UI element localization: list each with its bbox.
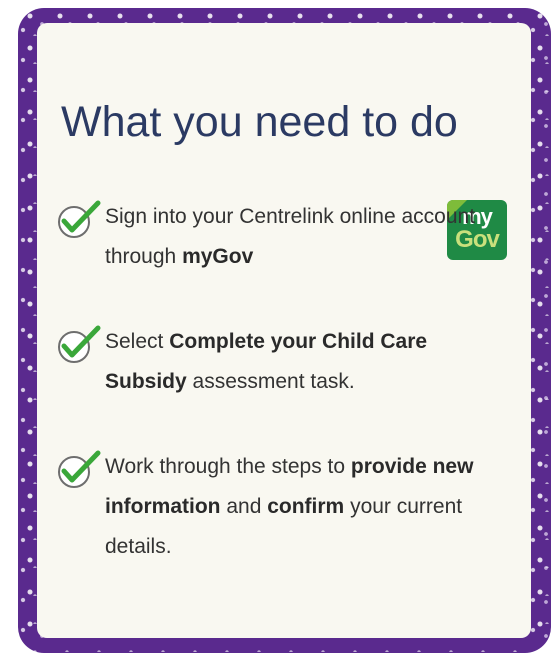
step-text-run: and xyxy=(220,495,268,518)
step-text-run: Sign into your Centrelink online account… xyxy=(105,205,476,268)
checkmark-icon xyxy=(58,325,101,363)
step-text-run: Select xyxy=(105,330,170,353)
info-card: What you need to do my Gov Sign into you… xyxy=(37,23,531,638)
page-title: What you need to do xyxy=(61,98,458,146)
step-text-bold: myGov xyxy=(182,245,254,268)
step-text: Work through the steps to provide new in… xyxy=(105,447,477,567)
step-text: Select Complete your Child Care Subsidy … xyxy=(105,322,477,402)
checkmark-icon xyxy=(58,450,101,488)
step-text-bold: confirm xyxy=(267,495,345,518)
checkmark-icon xyxy=(58,200,101,238)
step-text: Sign into your Centrelink online account… xyxy=(105,197,477,277)
step-text-run: Work through the steps to xyxy=(105,455,351,478)
step-text-run: assessment task. xyxy=(186,370,355,393)
